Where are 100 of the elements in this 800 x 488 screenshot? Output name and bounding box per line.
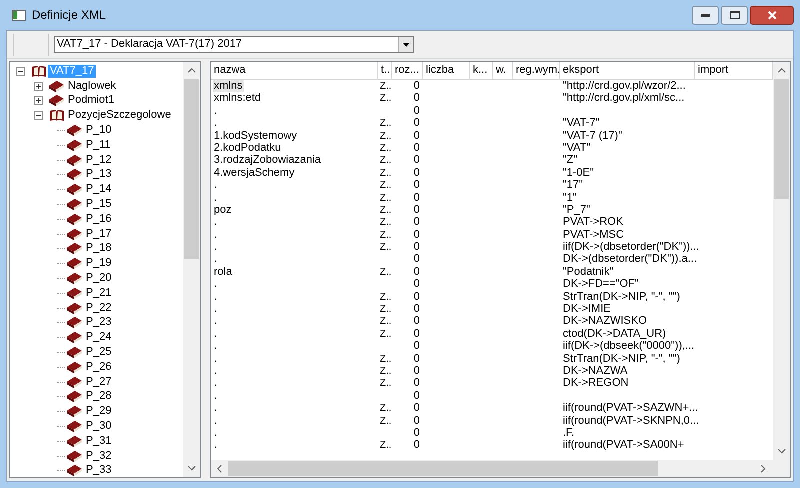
collapse-icon[interactable] xyxy=(16,66,25,76)
vertical-scrollbar[interactable] xyxy=(183,62,200,477)
column-header[interactable]: k... xyxy=(470,62,493,79)
tree-item[interactable]: P_23 xyxy=(84,316,114,330)
table-cell: Z.. xyxy=(380,118,392,130)
table-cell[interactable]: . xyxy=(213,104,218,117)
table-cell: Z.. xyxy=(380,354,392,365)
table-cell: "1" xyxy=(563,192,577,204)
table-cell: Z.. xyxy=(380,378,392,390)
table-cell: 0 xyxy=(414,241,420,254)
tree-item[interactable]: P_16 xyxy=(84,212,114,226)
table-cell: 0 xyxy=(414,315,420,328)
tree-item[interactable]: P_21 xyxy=(84,286,114,300)
table-cell[interactable]: . xyxy=(213,315,218,328)
table-cell[interactable]: . xyxy=(213,414,218,427)
table-cell[interactable]: 3.rodzajZobowiazania xyxy=(213,154,322,166)
table-cell[interactable]: 2.kodPodatku xyxy=(213,142,282,154)
tree-item[interactable]: P_20 xyxy=(84,272,114,286)
tree-item[interactable]: P_11 xyxy=(84,138,113,152)
tree-item[interactable]: P_24 xyxy=(84,331,114,344)
tree-item[interactable]: P_29 xyxy=(84,405,114,418)
table-cell[interactable]: . xyxy=(213,216,218,228)
table-cell[interactable]: rola xyxy=(213,266,234,278)
tree-item[interactable]: P_27 xyxy=(84,376,114,389)
tree-item[interactable]: P_31 xyxy=(84,434,114,448)
tree-item[interactable]: P_33 xyxy=(84,464,114,477)
table-cell[interactable]: . xyxy=(213,340,218,352)
table-cell: Z.. xyxy=(380,440,392,452)
vertical-scrollbar[interactable] xyxy=(773,62,790,460)
definition-combo[interactable]: VAT7_17 - Deklaracja VAT-7(17) 2017 xyxy=(54,36,414,53)
table-cell: Z.. xyxy=(380,403,392,414)
table-cell: 0 xyxy=(414,80,420,92)
tree-item[interactable]: Naglowek xyxy=(66,80,118,93)
tree-item[interactable]: P_17 xyxy=(84,228,114,241)
table-cell[interactable]: . xyxy=(213,278,218,290)
expand-icon[interactable] xyxy=(34,96,43,106)
tree-item[interactable]: Podmiot1 xyxy=(66,94,116,108)
table-cell: 0 xyxy=(414,130,420,142)
table-cell: 0 xyxy=(414,179,420,192)
table-cell[interactable]: . xyxy=(213,253,218,266)
horizontal-scrollbar[interactable] xyxy=(211,460,790,477)
column-header[interactable]: liczba xyxy=(423,62,470,79)
tree-item[interactable]: P_12 xyxy=(84,154,114,167)
table-cell: "P_7" xyxy=(563,204,590,216)
table-cell: Z.. xyxy=(380,180,392,192)
close-button[interactable] xyxy=(750,6,794,24)
column-header[interactable]: eksport xyxy=(560,62,695,79)
maximize-button[interactable] xyxy=(721,6,748,24)
table-cell[interactable]: . xyxy=(213,228,218,241)
table-cell[interactable]: . xyxy=(213,390,218,402)
table-cell[interactable]: . xyxy=(213,303,218,316)
table-cell[interactable]: xmlns xyxy=(213,80,244,92)
table-cell[interactable]: . xyxy=(213,364,218,377)
table-cell: Z.. xyxy=(380,266,392,278)
table-cell: DK->FD=="OF" xyxy=(563,278,639,290)
tree-item[interactable]: P_15 xyxy=(84,198,114,212)
table-cell[interactable]: 1.kodSystemowy xyxy=(213,130,298,142)
column-header[interactable]: nazwa xyxy=(211,62,378,79)
expand-icon[interactable] xyxy=(34,82,43,91)
table-cell[interactable]: . xyxy=(213,192,218,204)
table-cell: PVAT->ROK xyxy=(563,216,624,228)
table-cell: 0 xyxy=(414,117,420,130)
table-cell[interactable]: 4.wersjaSchemy xyxy=(213,166,296,179)
table-cell[interactable]: . xyxy=(213,117,218,130)
table-cell[interactable]: . xyxy=(213,439,218,452)
collapse-icon[interactable] xyxy=(34,111,43,120)
table-cell: 0 xyxy=(414,352,420,365)
tree-item[interactable]: P_14 xyxy=(84,183,114,196)
table-cell: 0 xyxy=(414,390,420,402)
table-cell[interactable]: . xyxy=(213,179,218,192)
tree-item[interactable]: P_28 xyxy=(84,390,114,404)
table-cell[interactable]: poz xyxy=(213,204,233,216)
minimize-button[interactable] xyxy=(692,6,719,24)
table-cell: DK->REGON xyxy=(563,377,629,390)
table-cell[interactable]: . xyxy=(213,290,218,303)
table-cell[interactable]: . xyxy=(213,241,218,254)
table-cell[interactable]: xmlns:etd xyxy=(213,92,262,104)
column-header[interactable]: t.. xyxy=(378,62,392,79)
tree-item[interactable]: P_26 xyxy=(84,360,114,374)
tree-item[interactable]: P_19 xyxy=(84,257,114,270)
tree-item[interactable]: P_30 xyxy=(84,420,114,434)
tree-item[interactable]: P_25 xyxy=(84,346,114,360)
table-cell: iif(round(PVAT->SA00N+ xyxy=(563,439,684,452)
tree-item[interactable]: P_13 xyxy=(84,168,114,182)
tree-item[interactable]: P_18 xyxy=(84,242,114,256)
table-cell: Z.. xyxy=(380,142,392,154)
tree-item[interactable]: P_22 xyxy=(84,302,114,315)
table-cell[interactable]: . xyxy=(213,352,218,365)
table-cell[interactable]: . xyxy=(213,377,218,390)
column-header[interactable]: w. xyxy=(493,62,513,79)
tree-item[interactable]: P_32 xyxy=(84,450,114,463)
table-cell: Z.. xyxy=(380,204,392,216)
table-cell: Z.. xyxy=(380,242,392,254)
table-cell[interactable]: . xyxy=(213,426,218,439)
table-cell[interactable]: . xyxy=(213,328,218,340)
column-header[interactable]: roz... xyxy=(392,62,423,79)
tree-item[interactable]: PozycjeSzczegolowe xyxy=(66,109,174,122)
table-cell[interactable]: . xyxy=(213,402,218,414)
window-title: Definicje XML xyxy=(32,7,106,24)
tree-item[interactable]: P_10 xyxy=(84,124,114,138)
